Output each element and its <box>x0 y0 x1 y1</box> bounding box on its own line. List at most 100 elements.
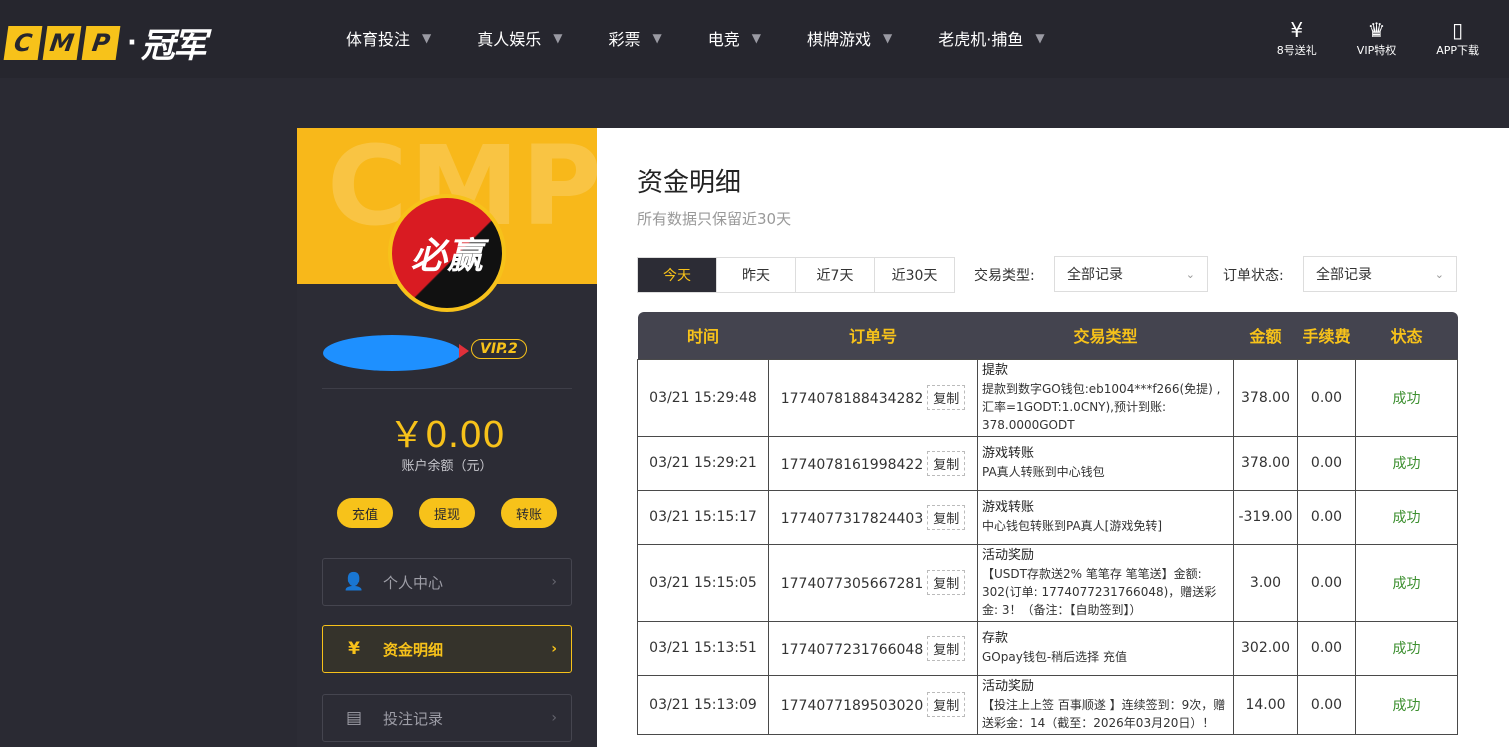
nav-label: 电竞 <box>707 30 740 49</box>
copy-button[interactable]: 复制 <box>927 692 966 717</box>
chevron-down-icon: ▼ <box>1035 31 1045 45</box>
cell-amount: 302.00 <box>1233 620 1298 676</box>
logo-letter: M <box>42 25 82 60</box>
phone-icon: ▯ <box>1452 18 1464 42</box>
type-title: 存款 <box>982 631 1009 646</box>
column-header-order: 订单号 <box>768 312 978 359</box>
balance-label: 账户余额（元） <box>401 459 493 474</box>
tab-last-7-days[interactable]: 近7天 <box>796 258 875 292</box>
transaction-type-select[interactable]: 全部记录 ⌄ <box>1054 256 1208 292</box>
nav-app-label: APP下载 <box>1436 44 1479 57</box>
type-description: 【USDT存款送2% 笔笔存 笔笔送】金额: 302(订单: 177407723… <box>982 566 1217 617</box>
brand-logo[interactable]: C M P · 冠军 <box>3 18 207 67</box>
cell-time: 03/21 15:15:05 <box>637 543 769 622</box>
vip-badge: VIP.2 <box>471 339 527 359</box>
copy-button[interactable]: 复制 <box>927 385 966 410</box>
copy-button[interactable]: 复制 <box>927 450 966 476</box>
type-description: 中心钱包转账到PA真人[游戏免转] <box>982 519 1163 533</box>
page-subtitle: 所有数据只保留近30天 <box>637 210 792 228</box>
cell-fee: 0.00 <box>1297 489 1356 545</box>
cell-status: 成功 <box>1355 358 1458 437</box>
nav-item-slots-fishing[interactable]: 老虎机·捕鱼 ▼ <box>938 26 1044 50</box>
copy-button[interactable]: 复制 <box>927 570 966 595</box>
select-value: 全部记录 <box>1067 267 1123 283</box>
nav-vip-link[interactable]: ♛ VIP特权 <box>1357 18 1396 58</box>
logo-letter: C <box>3 25 43 60</box>
type-description: PA真人转账到中心钱包 <box>982 465 1105 479</box>
cell-order: 1774078161998422 复制 <box>768 435 978 491</box>
cell-fee: 0.00 <box>1297 674 1356 735</box>
sidebar-item-profile[interactable]: 👤 个人中心 › <box>322 558 572 606</box>
cell-order: 1774077317824403 复制 <box>768 489 978 545</box>
avatar-image: 必赢 <box>392 198 502 308</box>
cell-fee: 0.00 <box>1297 435 1356 491</box>
cell-order: 1774078188434282 复制 <box>768 358 978 437</box>
column-header-status: 状态 <box>1355 312 1458 359</box>
nav-label: 棋牌游戏 <box>807 30 872 49</box>
cell-type: 提款 提款到数字GO钱包:eb1004***f266(免提) ,汇率=1GODT:… <box>977 358 1234 437</box>
withdraw-button[interactable]: 提现 <box>419 498 475 528</box>
record-icon: ▤ <box>345 708 363 728</box>
ticket-icon: ¥ <box>1290 18 1304 42</box>
nav-label: 体育投注 <box>346 30 411 49</box>
column-header-time: 时间 <box>637 312 769 359</box>
order-number: 1774078161998422 <box>780 456 924 473</box>
sidebar-item-bet-records[interactable]: ▤ 投注记录 › <box>322 694 572 742</box>
chevron-right-icon: › <box>551 710 557 726</box>
nav-app-link[interactable]: ▯ APP下载 <box>1436 18 1479 58</box>
chevron-down-icon: ▼ <box>751 31 761 45</box>
cell-amount: 3.00 <box>1233 543 1298 622</box>
column-header-fee: 手续费 <box>1297 312 1356 359</box>
tab-yesterday[interactable]: 昨天 <box>717 258 796 292</box>
cell-status: 成功 <box>1355 489 1458 545</box>
table-row: 03/21 15:15:05 1774077305667281 复制 活动奖励 【U… <box>637 543 1458 622</box>
crown-icon: ♛ <box>1367 18 1386 42</box>
nav-item-esports[interactable]: 电竞 ▼ <box>708 26 761 50</box>
nav-item-sports[interactable]: 体育投注 ▼ <box>346 26 431 50</box>
balance-amount: ￥0.00 <box>388 415 506 456</box>
sidebar-item-label: 投注记录 <box>383 709 444 728</box>
top-nav-bar: C M P · 冠军 体育投注 ▼ 真人娱乐 ▼ 彩票 ▼ 电竞 ▼ 棋牌游戏 ▼ 老虎机… <box>0 0 1509 78</box>
cell-fee: 0.00 <box>1297 543 1356 622</box>
chevron-down-icon: ▼ <box>422 31 432 45</box>
nav-label: 真人娱乐 <box>477 30 542 49</box>
copy-button[interactable]: 复制 <box>927 635 966 661</box>
logo-dot: · <box>127 27 137 58</box>
chevron-down-icon: ⌄ <box>1434 267 1444 281</box>
avatar[interactable]: 必赢 <box>388 194 506 312</box>
order-number: 1774077231766048 <box>780 641 924 658</box>
deposit-button[interactable]: 充值 <box>337 498 393 528</box>
order-status-select[interactable]: 全部记录 ⌄ <box>1303 256 1457 292</box>
nav-gift-link[interactable]: ¥8号送礼 <box>1277 18 1317 58</box>
cell-time: 03/21 15:13:09 <box>637 674 769 735</box>
tab-today[interactable]: 今天 <box>638 258 717 292</box>
nav-label: 老虎机·捕鱼 <box>938 30 1024 49</box>
logo-letter: P <box>81 25 121 60</box>
account-sidebar: CMP 必赢 VIP.2 ￥0.00 账户余额（元） 充值 提现 转账 👤 个人… <box>297 128 597 747</box>
column-header-amount: 金额 <box>1233 312 1298 359</box>
cell-amount: 14.00 <box>1233 674 1298 735</box>
order-number: 1774077305667281 <box>780 576 924 592</box>
table-row: 03/21 15:15:17 1774077317824403 复制 游戏转账 中心… <box>637 489 1458 545</box>
chevron-down-icon: ⌄ <box>1185 267 1195 281</box>
order-number: 1774077189503020 <box>780 698 924 714</box>
cell-type: 活动奖励 【USDT存款送2% 笔笔存 笔笔送】金额: 302(订单: 17740… <box>977 543 1234 622</box>
cell-time: 03/21 15:15:17 <box>637 489 769 545</box>
cell-order: 1774077189503020 复制 <box>768 674 978 735</box>
cell-order: 1774077305667281 复制 <box>768 543 978 622</box>
tab-last-30-days[interactable]: 近30天 <box>875 258 954 292</box>
chevron-right-icon: › <box>551 641 557 657</box>
nav-item-lottery[interactable]: 彩票 ▼ <box>609 26 662 50</box>
wallet-actions: 充值 提现 转账 <box>337 498 557 528</box>
copy-button[interactable]: 复制 <box>927 504 966 530</box>
sidebar-item-fund-details[interactable]: ¥ 资金明细 › <box>322 625 572 673</box>
username-redacted <box>323 335 461 371</box>
transfer-button[interactable]: 转账 <box>501 498 557 528</box>
type-title: 游戏转账 <box>982 446 1035 461</box>
nav-item-live-casino[interactable]: 真人娱乐 ▼ <box>477 26 562 50</box>
type-description: GOpay钱包-稍后选择 充值 <box>982 650 1127 664</box>
nav-item-card-games[interactable]: 棋牌游戏 ▼ <box>807 26 892 50</box>
chevron-down-icon: ▼ <box>652 31 662 45</box>
main-nav: 体育投注 ▼ 真人娱乐 ▼ 彩票 ▼ 电竞 ▼ 棋牌游戏 ▼ 老虎机·捕鱼 ▼ <box>346 26 1091 50</box>
cell-status: 成功 <box>1355 620 1458 676</box>
